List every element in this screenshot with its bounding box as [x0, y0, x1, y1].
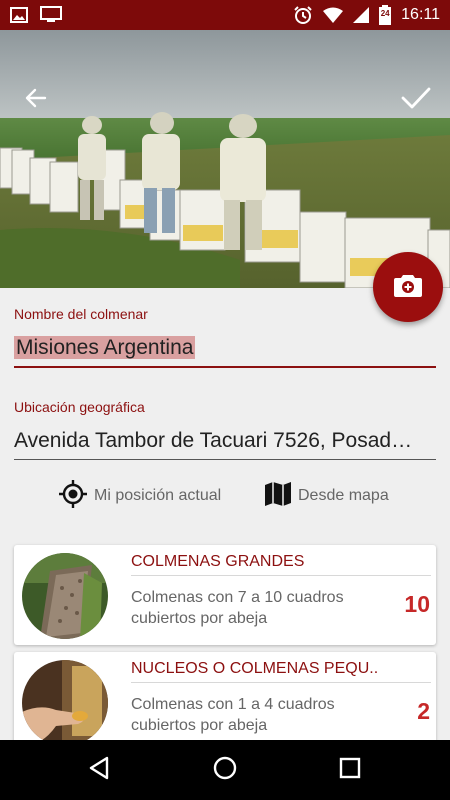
square-recents-icon	[339, 757, 361, 784]
circle-home-icon	[212, 755, 238, 786]
hive-card-description: Colmenas con 7 a 10 cuadros cubiertos po…	[131, 589, 344, 627]
screen-icon	[40, 6, 62, 24]
system-nav-bar	[0, 740, 450, 800]
alarm-icon	[293, 5, 313, 25]
save-button[interactable]	[398, 82, 434, 118]
large-hive-photo	[22, 553, 108, 639]
location-actions: Mi posición actual Desde mapa	[0, 479, 450, 514]
nav-back-button[interactable]	[83, 754, 115, 786]
from-map-label: Desde mapa	[298, 487, 389, 504]
divider	[131, 682, 431, 683]
hive-card-description: Colmenas con 1 a 4 cuadros cubiertos por…	[131, 696, 335, 734]
hive-card-small[interactable]: NUCLEOS O COLMENAS PEQU.. Colmenas con 1…	[14, 652, 436, 752]
gps-target-icon	[58, 479, 88, 514]
clock: 16:11	[401, 6, 440, 23]
add-photo-button[interactable]	[373, 252, 443, 322]
hive-card-title: NUCLEOS O COLMENAS PEQU..	[131, 660, 379, 677]
location-label: Ubicación geográfica	[14, 399, 145, 415]
apiary-photo	[0, 30, 450, 288]
status-bar: 24 16:11	[0, 0, 450, 30]
check-icon	[401, 86, 431, 115]
hive-count: 2	[417, 698, 430, 724]
apiary-name-input[interactable]: Misiones Argentina	[14, 336, 436, 360]
apiary-name-underline	[14, 366, 436, 368]
beekeepers-illustration	[0, 30, 450, 288]
divider	[131, 575, 431, 576]
arrow-left-icon	[25, 87, 47, 114]
triangle-back-icon	[88, 756, 110, 785]
small-hive-photo	[22, 660, 108, 746]
hive-count: 10	[404, 591, 430, 617]
nav-home-button[interactable]	[209, 754, 241, 786]
apiary-name-label: Nombre del colmenar	[14, 306, 148, 322]
signal-icon	[353, 7, 370, 23]
hive-card-large[interactable]: COLMENAS GRANDES Colmenas con 7 a 10 cua…	[14, 545, 436, 645]
from-map-button[interactable]: Desde mapa	[264, 480, 389, 512]
nav-recents-button[interactable]	[334, 754, 366, 786]
back-button[interactable]	[18, 82, 54, 118]
location-underline	[14, 459, 436, 460]
map-icon	[264, 481, 292, 512]
location-input[interactable]: Avenida Tambor de Tacuari 7526, Posad…	[14, 429, 436, 453]
wifi-icon	[323, 7, 344, 23]
camera-add-icon	[394, 273, 422, 302]
hive-card-title: COLMENAS GRANDES	[131, 553, 305, 570]
current-position-button[interactable]: Mi posición actual	[58, 479, 222, 514]
apiary-name-value: Misiones Argentina	[14, 336, 196, 359]
battery-icon: 24	[379, 5, 392, 25]
current-position-label: Mi posición actual	[94, 487, 222, 504]
calendar-day: 24	[380, 9, 390, 18]
image-icon	[10, 7, 28, 23]
